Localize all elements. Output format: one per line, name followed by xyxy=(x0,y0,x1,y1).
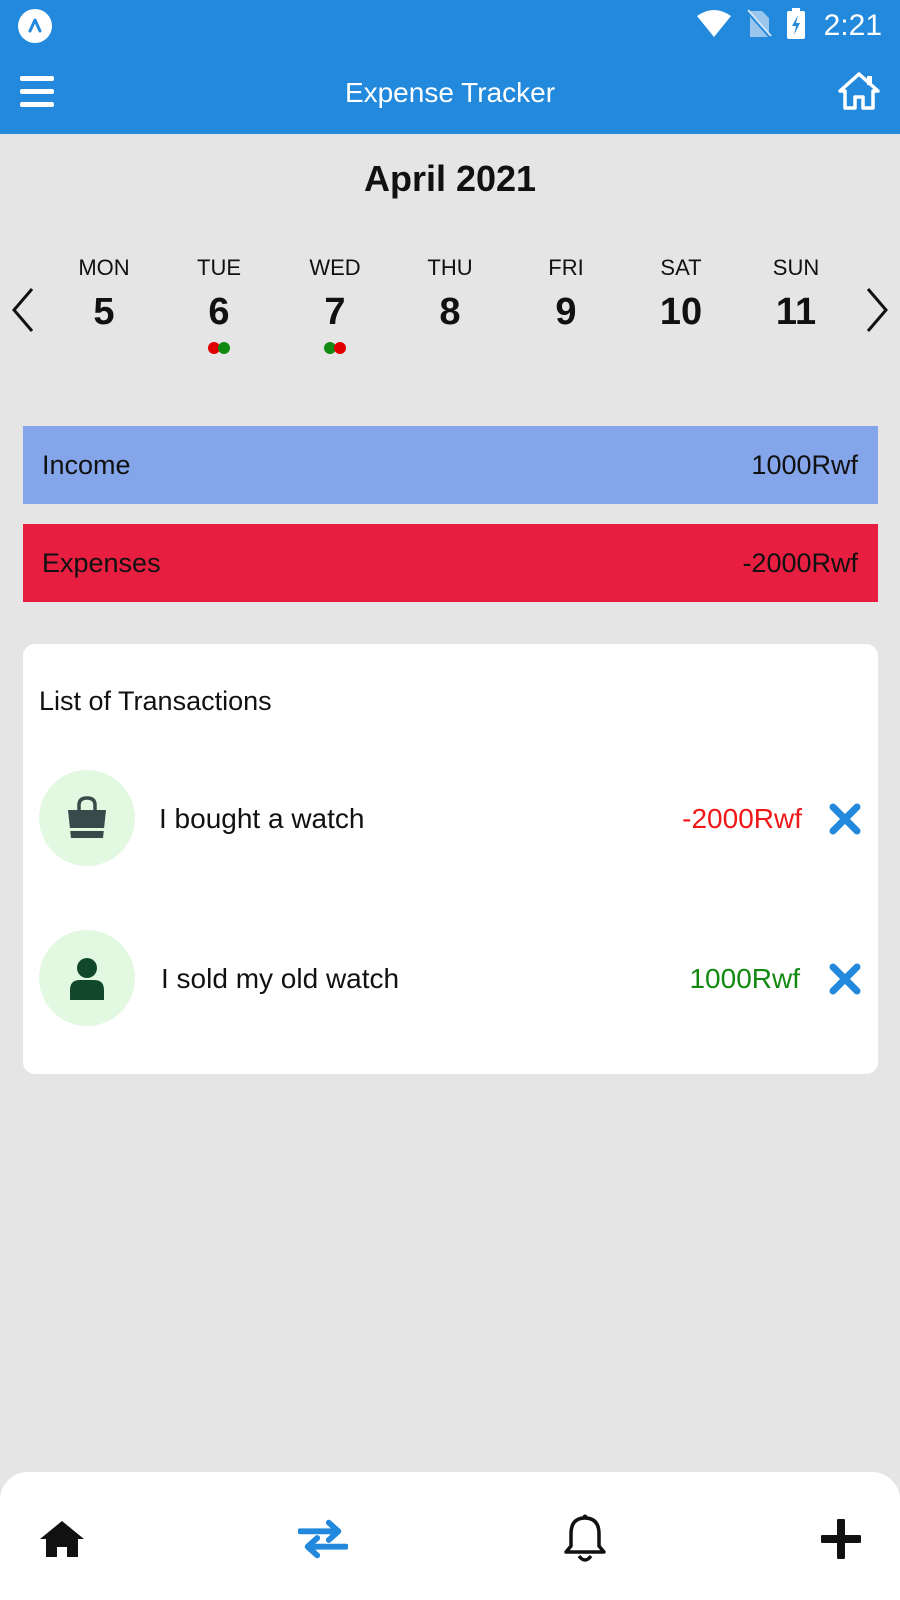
day-number: 11 xyxy=(775,291,817,333)
user-icon xyxy=(39,930,135,1026)
battery-charging-icon xyxy=(786,7,806,45)
menu-icon[interactable] xyxy=(20,74,54,110)
day-wed[interactable]: WED 7 xyxy=(285,255,385,354)
expenses-label: Expenses xyxy=(42,547,161,578)
transactions-card: List of Transactions I bought a watch -2… xyxy=(23,644,878,1074)
delete-icon[interactable] xyxy=(828,802,862,836)
no-sim-icon xyxy=(745,8,772,44)
day-name: THU xyxy=(427,255,473,280)
income-label: Income xyxy=(42,449,131,480)
expenses-value: -2000Rwf xyxy=(742,547,858,578)
day-name: WED xyxy=(309,255,361,280)
week-strip: MON 5 TUE 6 WED 7 THU 8 FRI 9 SAT 10 SUN 11 xyxy=(0,255,900,375)
app-badge-icon xyxy=(18,9,52,43)
day-name: SUN xyxy=(772,255,820,280)
day-number: 7 xyxy=(324,291,346,333)
day-name: SAT xyxy=(660,255,702,280)
shopping-bag-icon xyxy=(39,770,135,866)
day-name: TUE xyxy=(197,255,241,280)
month-title: April 2021 xyxy=(363,158,537,199)
day-name: MON xyxy=(78,255,130,280)
day-indicator-dots xyxy=(631,342,731,354)
transaction-row[interactable]: I sold my old watch 1000Rwf xyxy=(23,930,878,1030)
transaction-description: I sold my old watch xyxy=(161,963,400,994)
day-mon[interactable]: MON 5 xyxy=(54,255,154,354)
day-indicator-dots xyxy=(746,342,846,354)
day-number: 5 xyxy=(93,291,115,333)
home-icon[interactable] xyxy=(37,1514,87,1564)
day-name: FRI xyxy=(548,255,584,280)
chevron-right-icon[interactable] xyxy=(862,285,892,335)
day-indicator-dots xyxy=(516,342,616,354)
transaction-dot xyxy=(218,342,230,354)
day-number: 10 xyxy=(659,291,703,333)
income-summary: Income 1000Rwf xyxy=(23,426,878,504)
app-title: Expense Tracker xyxy=(344,77,556,108)
transaction-amount: -2000Rwf xyxy=(682,803,802,834)
income-value: 1000Rwf xyxy=(751,449,858,480)
transaction-dot xyxy=(334,342,346,354)
day-fri[interactable]: FRI 9 xyxy=(516,255,616,354)
day-indicator-dots xyxy=(400,342,500,354)
transaction-amount: 1000Rwf xyxy=(689,963,800,994)
status-time: 2:21 xyxy=(823,9,882,42)
transaction-description: I bought a watch xyxy=(159,803,365,834)
status-bar: 2:21 xyxy=(0,0,900,52)
day-sun[interactable]: SUN 11 xyxy=(746,255,846,354)
transaction-row[interactable]: I bought a watch -2000Rwf xyxy=(23,770,878,870)
day-indicator-dots xyxy=(285,342,385,354)
home-icon[interactable] xyxy=(838,70,880,112)
delete-icon[interactable] xyxy=(828,962,862,996)
transfer-icon[interactable] xyxy=(298,1514,348,1564)
chevron-left-icon[interactable] xyxy=(8,285,38,335)
plus-icon[interactable] xyxy=(816,1514,866,1564)
bell-icon[interactable] xyxy=(560,1514,610,1564)
wifi-icon xyxy=(696,9,732,43)
day-number: 9 xyxy=(555,291,577,333)
expenses-summary: Expenses -2000Rwf xyxy=(23,524,878,602)
day-tue[interactable]: TUE 6 xyxy=(169,255,269,354)
day-indicator-dots xyxy=(54,342,154,354)
day-sat[interactable]: SAT 10 xyxy=(631,255,731,354)
bottom-nav xyxy=(0,1472,900,1600)
day-indicator-dots xyxy=(169,342,269,354)
app-bar: Expense Tracker xyxy=(0,52,900,134)
transactions-heading: List of Transactions xyxy=(39,686,272,716)
day-thu[interactable]: THU 8 xyxy=(400,255,500,354)
day-number: 6 xyxy=(208,291,230,333)
day-number: 8 xyxy=(439,291,461,333)
